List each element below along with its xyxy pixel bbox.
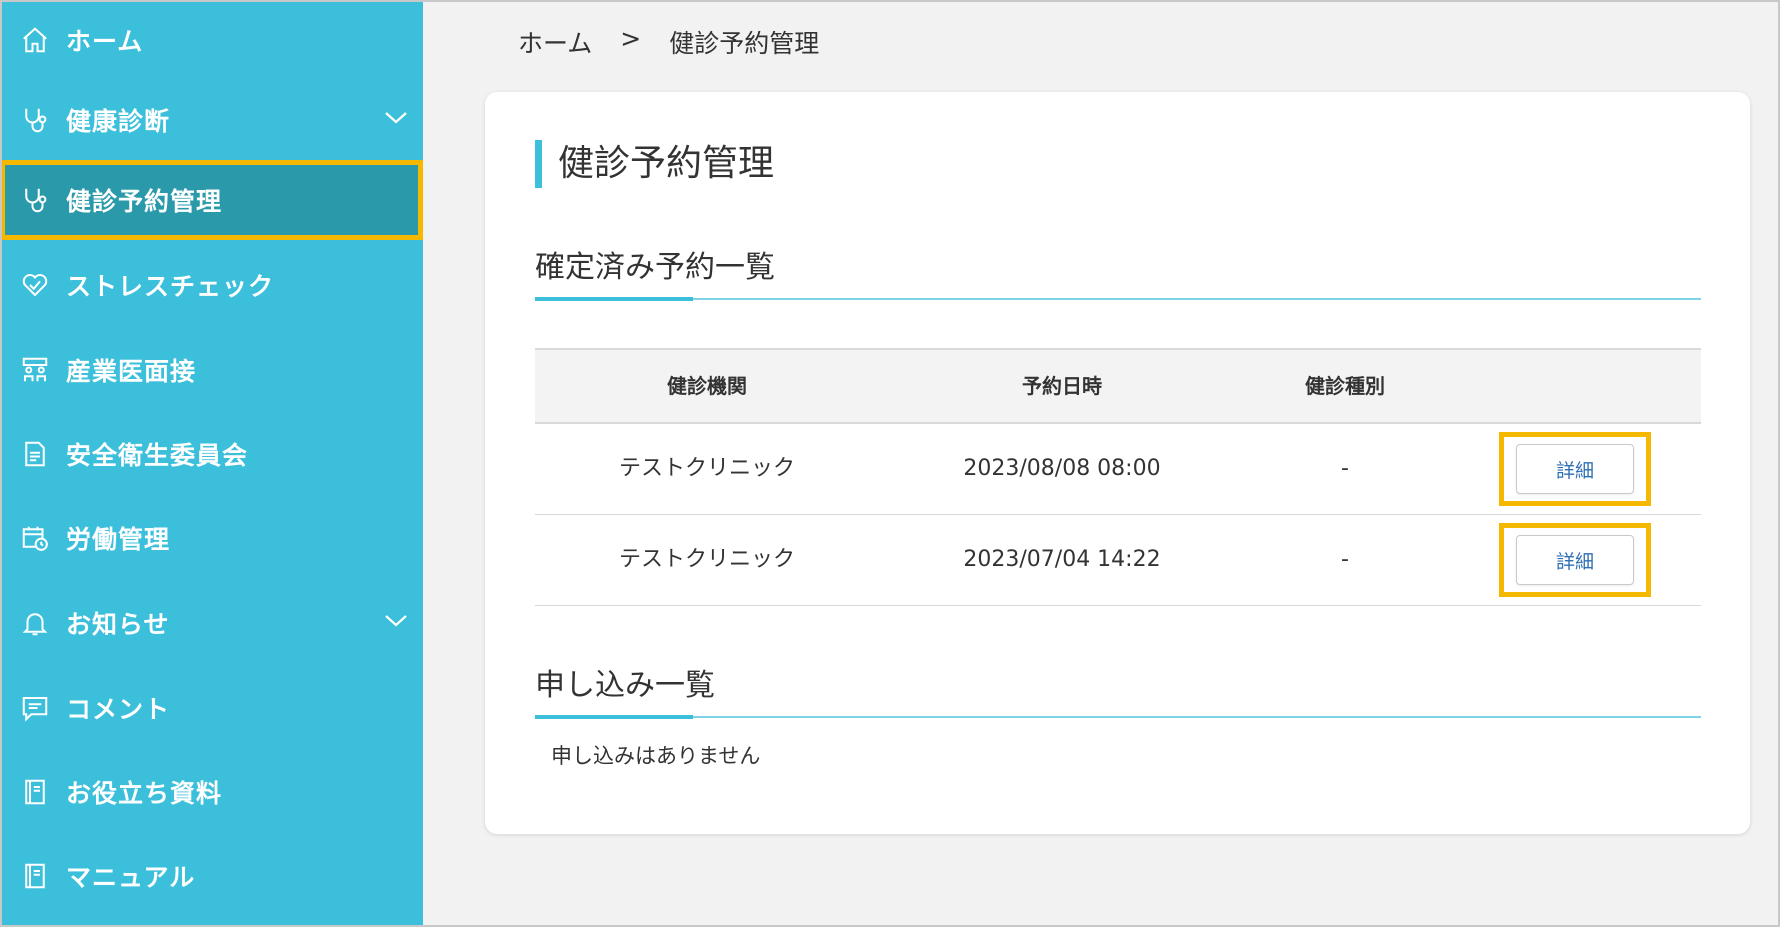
breadcrumb-home[interactable]: ホーム [518, 24, 592, 60]
breadcrumb-separator: > [620, 24, 642, 53]
stethoscope-icon [18, 103, 52, 137]
content-card: 健診予約管理 確定済み予約一覧 健診機関 予約日時 健診種別 テストクリニック … [485, 92, 1750, 834]
breadcrumb: ホーム > 健診予約管理 [518, 24, 819, 60]
sidebar-item-health-checkup[interactable]: 健康診断 [0, 80, 423, 160]
applications-heading: 申し込み一覧 [535, 668, 715, 703]
reservations-table: 健診機関 予約日時 健診種別 テストクリニック 2023/08/08 08:00… [535, 348, 1701, 606]
sidebar-item-label: ホーム [66, 27, 144, 56]
sidebar: ホーム 健康診断 健診予約管理 ストレスチェック 産業医面接 安全衛生委員会 労… [0, 0, 423, 927]
sidebar-item-stress-check[interactable]: ストレスチェック [0, 245, 423, 325]
document-icon [18, 437, 52, 471]
calendar-clock-icon [18, 521, 52, 555]
people-icon [18, 353, 52, 387]
column-header-type: 健診種別 [1305, 374, 1385, 398]
home-icon [18, 23, 52, 57]
sidebar-item-label: お知らせ [66, 610, 170, 639]
sidebar-item-resources[interactable]: お役立ち資料 [0, 752, 423, 832]
sidebar-item-label: 健康診断 [66, 107, 171, 136]
sidebar-item-label: 産業医面接 [66, 357, 197, 386]
sidebar-item-label: ストレスチェック [66, 272, 275, 301]
facility-cell: テストクリニック [618, 547, 795, 572]
sidebar-item-label: 安全衛生委員会 [66, 441, 249, 470]
sidebar-item-label: コメント [66, 695, 171, 724]
table-row: テストクリニック 2023/08/08 08:00 - 詳細 [535, 424, 1701, 515]
sidebar-item-safety-committee[interactable]: 安全衛生委員会 [0, 414, 423, 494]
chevron-down-icon[interactable] [383, 611, 409, 633]
sidebar-item-label: マニュアル [66, 863, 196, 892]
type-cell: - [1341, 456, 1349, 481]
type-cell: - [1341, 547, 1349, 572]
sidebar-item-notices[interactable]: お知らせ [0, 583, 423, 663]
sidebar-item-occupational-doctor[interactable]: 産業医面接 [0, 330, 423, 410]
column-header-datetime: 予約日時 [1022, 374, 1102, 398]
sidebar-item-label: 労働管理 [66, 525, 171, 554]
bell-icon [18, 606, 52, 640]
comment-icon [18, 691, 52, 725]
stethoscope-icon [18, 183, 52, 217]
section-divider [535, 715, 1701, 719]
confirmed-reservations-heading: 確定済み予約一覧 [535, 250, 775, 285]
detail-highlight: 詳細 [1499, 523, 1651, 597]
facility-cell: テストクリニック [618, 456, 795, 481]
sidebar-item-label: 健診予約管理 [66, 187, 223, 216]
page-title: 健診予約管理 [535, 140, 774, 188]
breadcrumb-current: 健診予約管理 [669, 29, 820, 58]
sidebar-item-label: お役立ち資料 [66, 779, 223, 808]
datetime-cell: 2023/08/08 08:00 [963, 456, 1161, 481]
sidebar-item-home[interactable]: ホーム [0, 0, 423, 80]
empty-applications-message: 申し込みはありません [551, 744, 761, 768]
sidebar-item-manual[interactable]: マニュアル [0, 836, 423, 916]
book-icon [18, 775, 52, 809]
chevron-down-icon[interactable] [383, 108, 409, 130]
sidebar-item-comments[interactable]: コメント [0, 668, 423, 748]
column-header-facility: 健診機関 [667, 374, 747, 398]
sidebar-item-checkup-reservation[interactable]: 健診予約管理 [0, 160, 423, 240]
detail-button[interactable]: 詳細 [1516, 535, 1634, 585]
table-row: テストクリニック 2023/07/04 14:22 - 詳細 [535, 515, 1701, 606]
table-header: 健診機関 予約日時 健診種別 [535, 348, 1701, 424]
datetime-cell: 2023/07/04 14:22 [963, 547, 1161, 572]
detail-highlight: 詳細 [1499, 432, 1651, 506]
section-divider [535, 297, 1701, 301]
heart-icon [18, 268, 52, 302]
book-icon [18, 859, 52, 893]
sidebar-item-labor-management[interactable]: 労働管理 [0, 498, 423, 578]
detail-button[interactable]: 詳細 [1516, 444, 1634, 494]
